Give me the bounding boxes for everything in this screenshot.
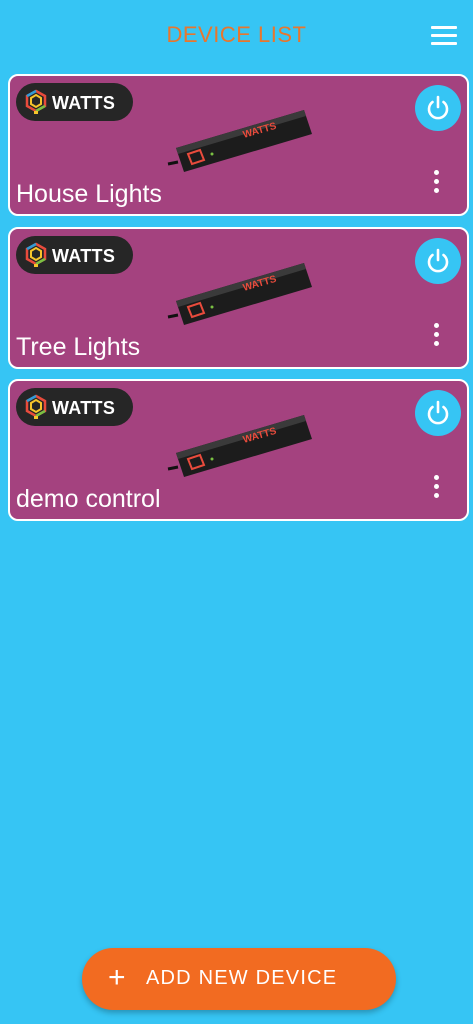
device-name: Tree Lights: [16, 333, 141, 361]
controller-device-image: WATTS: [167, 415, 312, 477]
watts-logo-icon: [25, 242, 47, 267]
hamburger-menu-icon[interactable]: [431, 26, 457, 46]
badge-label: WATTS: [52, 246, 116, 266]
power-button[interactable]: [415, 85, 461, 131]
device-name: House Lights: [16, 180, 162, 208]
app-header: DEVICE LIST: [0, 0, 473, 72]
watts-badge: WATTS: [16, 236, 133, 274]
device-card-tree-lights[interactable]: WATTS WATTS Tree Lights: [8, 227, 469, 369]
device-name: demo control: [16, 485, 161, 513]
controller-device-image: WATTS: [167, 263, 312, 325]
power-button[interactable]: [415, 390, 461, 436]
power-icon: [427, 400, 449, 425]
plus-icon: +: [108, 961, 126, 994]
watts-badge: WATTS: [16, 388, 133, 426]
add-new-device-label: ADD NEW DEVICE: [146, 967, 338, 989]
page-title: DEVICE LIST: [166, 22, 307, 47]
more-options-icon[interactable]: [431, 170, 441, 194]
more-options-icon[interactable]: [431, 323, 441, 347]
watts-logo-icon: [25, 394, 47, 419]
badge-label: WATTS: [52, 93, 116, 113]
controller-device-image: WATTS: [167, 110, 312, 172]
watts-logo-icon: [25, 89, 47, 114]
power-icon: [427, 248, 449, 273]
power-button[interactable]: [415, 238, 461, 284]
badge-label: WATTS: [52, 398, 116, 418]
device-card-house-lights[interactable]: WATTS WATTS House Lights: [8, 74, 469, 216]
watts-badge: WATTS: [16, 83, 133, 121]
more-options-icon[interactable]: [431, 475, 441, 499]
power-icon: [427, 95, 449, 120]
device-card-demo-control[interactable]: WATTS WATTS demo control: [8, 379, 469, 521]
add-new-device-button[interactable]: + ADD NEW DEVICE: [82, 948, 396, 1010]
